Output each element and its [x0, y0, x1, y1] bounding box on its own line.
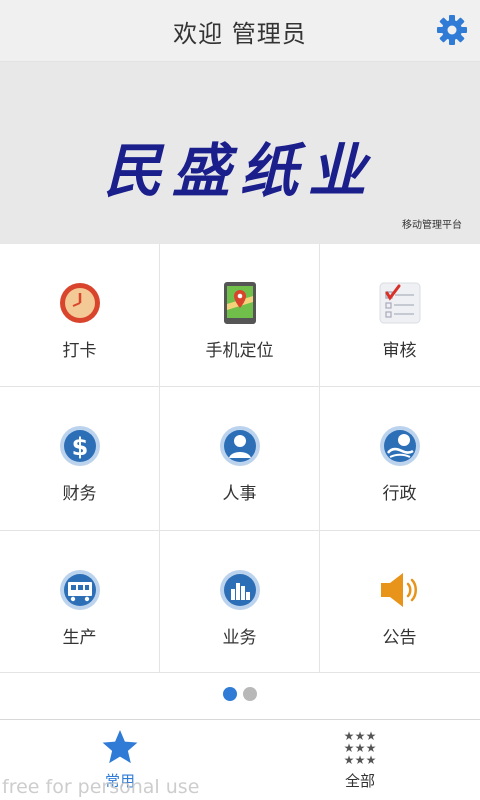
- clock-icon: [60, 283, 100, 323]
- svg-text:★: ★: [355, 753, 366, 766]
- watermark-text: free for personal use: [2, 776, 200, 798]
- grid-item-label: 审核: [382, 341, 417, 361]
- page-indicator[interactable]: [243, 687, 257, 701]
- tab-all[interactable]: ★ ★ ★ ★ ★ ★ ★ ★ ★ 全部: [240, 720, 480, 800]
- module-grid: 打卡 手机定位 审核 $ 财务 人事 行政 生产 业务 公告: [0, 244, 480, 673]
- grid-item-review[interactable]: 审核: [320, 244, 479, 386]
- banner-subtitle: 移动管理平台: [402, 220, 462, 231]
- grid-item-business[interactable]: 业务: [160, 531, 319, 673]
- header-bar: 欢迎 管理员: [0, 0, 480, 62]
- grid-item-label: 手机定位: [205, 341, 274, 361]
- production-icon: [60, 570, 100, 610]
- grid-item-admin[interactable]: 行政: [320, 387, 479, 529]
- stars-grid-icon: ★ ★ ★ ★ ★ ★ ★ ★ ★: [344, 729, 377, 766]
- grid-item-label: 公告: [382, 628, 417, 648]
- grid-item-label: 财务: [62, 484, 97, 504]
- star-icon: [102, 730, 138, 764]
- gear-icon[interactable]: [436, 14, 468, 46]
- svg-text:★: ★: [366, 753, 377, 766]
- svg-text:★: ★: [344, 753, 355, 766]
- grid-item-label: 生产: [62, 628, 97, 648]
- banner: 民盛纸业 移动管理平台: [0, 62, 480, 244]
- page-indicator-active[interactable]: [223, 687, 237, 701]
- map-location-icon: [224, 282, 256, 324]
- grid-item-finance[interactable]: $ 财务: [0, 387, 159, 529]
- page-title: 欢迎 管理员: [173, 20, 307, 48]
- grid-item-clock-in[interactable]: 打卡: [0, 244, 159, 386]
- dollar-icon: $: [60, 426, 100, 466]
- grid-item-label: 行政: [382, 484, 417, 504]
- speaker-icon: [381, 573, 417, 607]
- grid-item-label: 打卡: [62, 341, 97, 361]
- grid-item-label: 人事: [222, 484, 257, 504]
- grid-item-announcement[interactable]: 公告: [320, 531, 479, 673]
- svg-text:$: $: [72, 433, 89, 461]
- grid-item-hr[interactable]: 人事: [160, 387, 319, 529]
- grid-item-label: 业务: [222, 628, 257, 648]
- admin-icon: [380, 426, 420, 466]
- person-icon: [220, 426, 260, 466]
- brand-logo-text: 民盛纸业: [103, 137, 376, 205]
- tab-label: 全部: [344, 772, 375, 790]
- grid-item-phone-location[interactable]: 手机定位: [160, 244, 319, 386]
- checklist-icon: [379, 282, 421, 324]
- grid-item-production[interactable]: 生产: [0, 531, 159, 673]
- bar-chart-icon: [220, 570, 260, 610]
